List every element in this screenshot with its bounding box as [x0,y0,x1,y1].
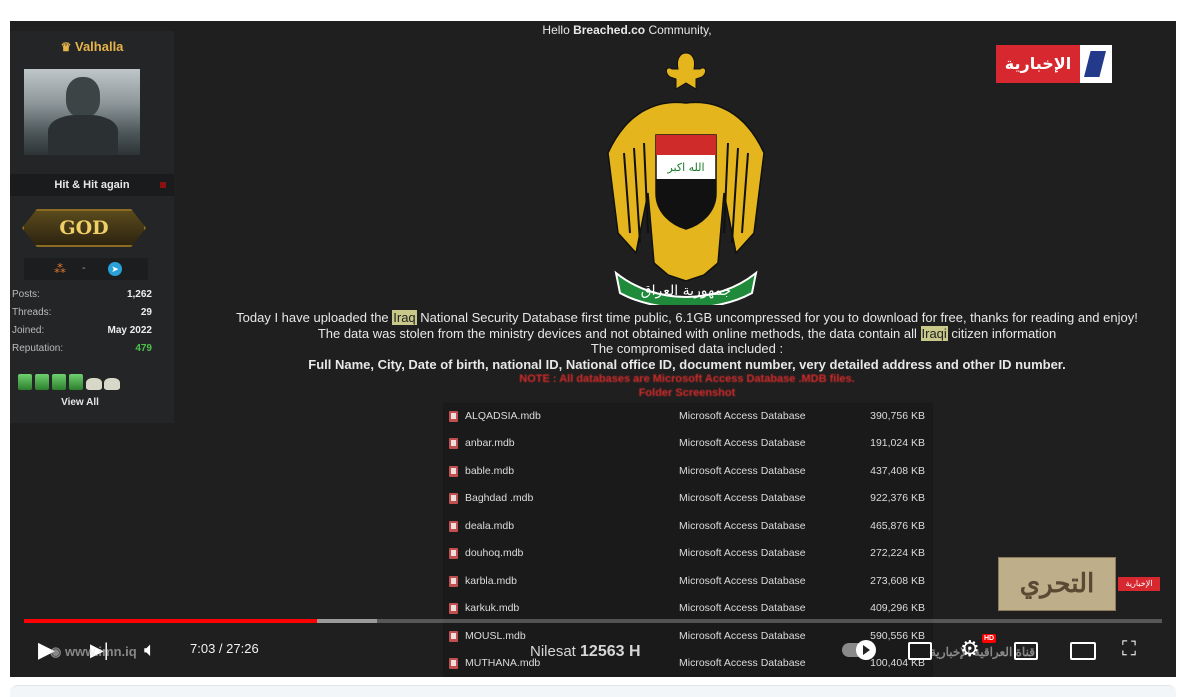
post-note: NOTE : All databases are Microsoft Acces… [519,373,855,385]
file-icon [449,466,458,477]
flag-text: الله اكبر [666,161,704,174]
post-line-1: Today I have uploaded the Iraq National … [236,310,1138,325]
table-row: karbla.mdb Microsoft Access Database 273,6… [443,568,933,595]
satellite-info: Nilesat 12563 H [530,643,641,660]
miniplayer-icon[interactable] [1014,642,1038,660]
user-title: Hit & Hit again [10,174,174,196]
separator: - [82,262,86,274]
folder-label: Folder Screenshot [638,387,736,399]
greeting: Hello Breached.co Community, [542,23,712,37]
channel-mark-icon [1084,51,1106,77]
table-row: douhoq.mdb Microsoft Access Database 272,2… [443,540,933,567]
rank-badge: GOD [22,209,146,247]
subtitles-icon[interactable] [908,642,932,660]
fullscreen-icon[interactable]: ⛶ [1122,637,1136,661]
avatar [24,69,140,155]
hd-badge: HD [982,634,996,643]
autoplay-toggle[interactable] [842,640,876,660]
settings-icon[interactable]: ⚙ [960,637,980,661]
iraq-emblem-icon: الله اكبر جمهورية العراق [607,52,765,305]
table-row: bable.mdb Microsoft Access Database 437,40… [443,458,933,485]
website-watermark: ◉ www.imn.iq [50,644,137,659]
telegram-icon[interactable]: ➤ [108,262,122,276]
table-row: anbar.mdb Microsoft Access Database 191,02… [443,430,933,457]
channel-logo: الإخبارية [996,45,1112,83]
program-watermark: التحري [998,557,1116,611]
table-row: karkuk.mdb Microsoft Access Database 409,2… [443,595,933,622]
file-icon [449,548,458,559]
played-bar [24,619,318,623]
post-line-3: The compromised data included : [590,341,784,356]
volume-icon[interactable]: 🔈︎ [144,638,156,662]
rss-icon[interactable]: ⁂ [54,262,66,276]
file-list: ALQADSIA.mdb Microsoft Access Database 390… [443,403,933,677]
file-icon [449,576,458,587]
username[interactable]: ♛ Valhalla [10,39,174,54]
seek-bar[interactable] [24,619,1162,623]
channel-small-logo: الإخبارية [1118,577,1160,591]
post-line-4: Full Name, City, Date of birth, national… [308,357,1066,372]
globe-icon: ◉ [50,644,62,659]
file-icon [449,658,458,669]
video-player[interactable]: ♛ Valhalla Hit & Hit again GOD ⁂ - ➤ Pos… [10,21,1176,677]
crown-icon: ♛ [60,40,72,54]
theater-icon[interactable] [1070,642,1096,660]
file-icon [449,631,458,642]
file-icon [449,603,458,614]
file-icon [449,411,458,422]
page-below-player [10,685,1176,697]
file-icon [449,493,458,504]
emblem-text: جمهورية العراق [641,283,731,299]
table-row: deala.mdb Microsoft Access Database 465,87… [443,513,933,540]
post-line-2: The data was stolen from the ministry de… [317,326,1057,341]
table-row: ALQADSIA.mdb Microsoft Access Database 390… [443,403,933,430]
social-links: ⁂ - ➤ [24,258,148,280]
table-row: Baghdad .mdb Microsoft Access Database 922… [443,485,933,512]
file-icon [449,438,458,449]
file-icon [449,521,458,532]
time-display: 7:03 / 27:26 [190,641,259,656]
